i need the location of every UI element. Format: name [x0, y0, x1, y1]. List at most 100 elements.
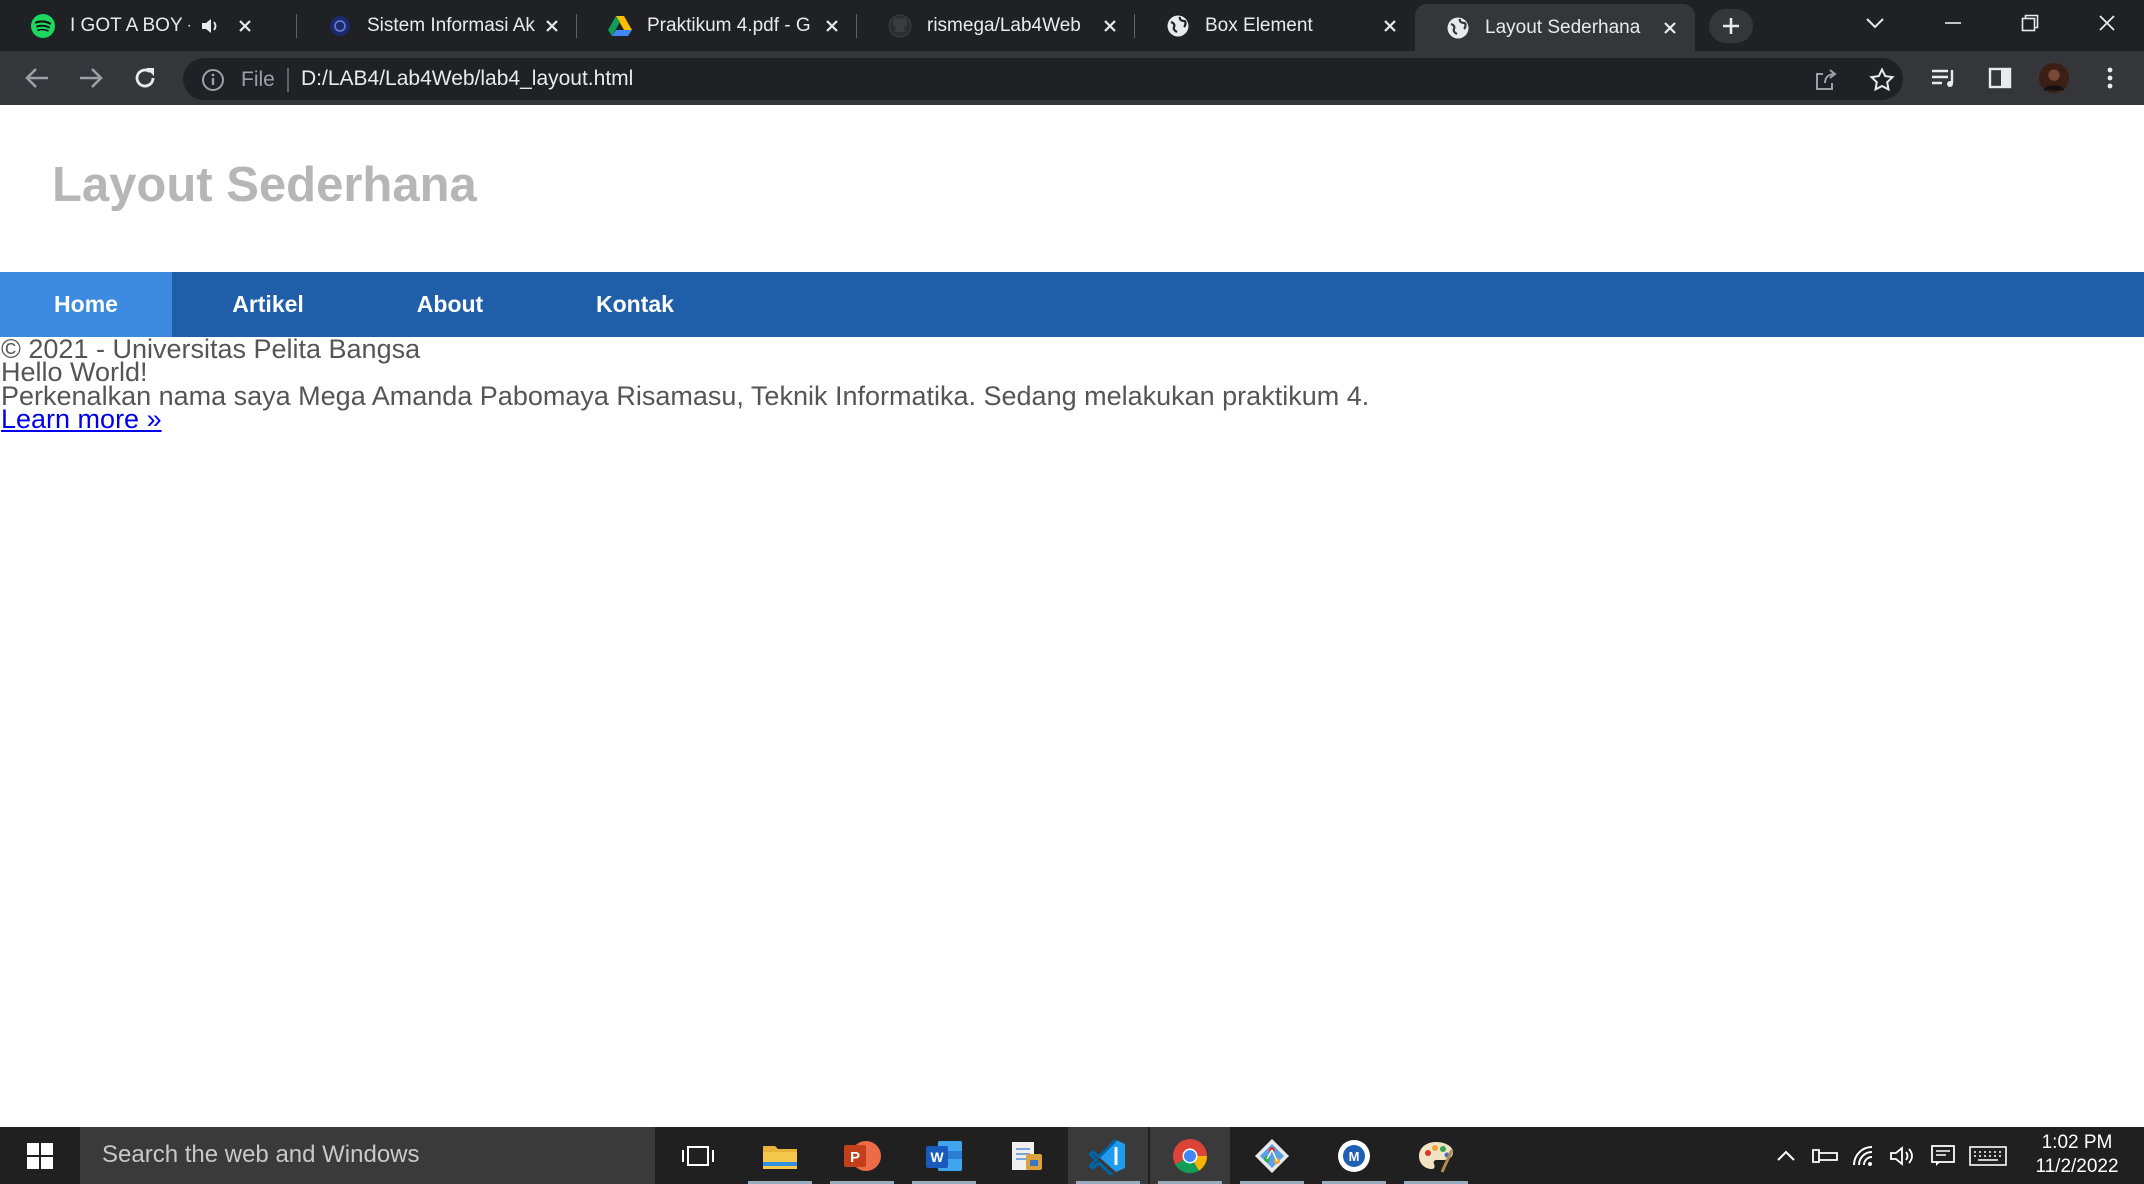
browser-toolbar: File D:/LAB4/Lab4Web/lab4_layout.html: [0, 51, 2144, 105]
learn-more-link[interactable]: Learn more »: [1, 406, 162, 433]
reload-button[interactable]: [126, 59, 164, 97]
nav-item-about[interactable]: About: [364, 272, 536, 337]
close-tab-icon[interactable]: [234, 15, 256, 37]
task-view-button[interactable]: [658, 1127, 738, 1184]
tab-title: rismega/Lab4Web: [927, 15, 1081, 36]
nav-item-home[interactable]: Home: [0, 272, 172, 337]
plus-icon: [1723, 18, 1739, 34]
star-icon[interactable]: [1869, 67, 1895, 93]
close-tab-icon[interactable]: [1379, 15, 1401, 37]
arrow-left-icon: [25, 68, 48, 88]
clock-time: 1:02 PM: [2041, 1132, 2113, 1153]
scheme-label: File: [241, 68, 275, 91]
wifi-icon[interactable]: [1850, 1141, 1880, 1171]
globe-icon: [1165, 13, 1191, 39]
search-placeholder: Search the web and Windows: [102, 1141, 420, 1168]
notification-icon[interactable]: [1928, 1141, 1958, 1171]
git-tool-app[interactable]: [1232, 1127, 1312, 1184]
spotify-icon: [30, 13, 56, 39]
powerpoint-app[interactable]: P: [822, 1127, 902, 1184]
tab-title: Box Element: [1205, 15, 1313, 36]
back-button[interactable]: [18, 59, 56, 97]
web-page: Layout Sederhana Home Artikel About Kont…: [0, 105, 2144, 1127]
show-hidden-icons-button[interactable]: [1771, 1141, 1801, 1171]
close-window-button[interactable]: [2072, 0, 2142, 46]
tab-title: Sistem Informasi Ak: [367, 15, 535, 36]
nav-item-kontak[interactable]: Kontak: [536, 272, 734, 337]
chrome-icon: [1173, 1138, 1208, 1173]
taskbar: Search the web and Windows P W M 1:02 PM…: [0, 1127, 2144, 1184]
close-tab-icon[interactable]: [541, 15, 563, 37]
close-tab-icon[interactable]: [1099, 15, 1121, 37]
arrow-right-icon: [80, 68, 103, 88]
vscode-app[interactable]: [1068, 1127, 1148, 1184]
tab-title: Praktikum 4.pdf - G: [647, 15, 811, 36]
side-panel-icon: [1988, 67, 2012, 89]
notepad-app[interactable]: [986, 1127, 1066, 1184]
clock-date: 11/2/2022: [2035, 1156, 2119, 1177]
start-button[interactable]: [0, 1127, 80, 1184]
vscode-icon: [1089, 1138, 1125, 1175]
restore-icon: [2021, 14, 2039, 32]
info-icon[interactable]: [201, 68, 225, 92]
close-tab-icon[interactable]: [821, 15, 843, 37]
file-explorer-app[interactable]: [740, 1127, 820, 1184]
nav-item-artikel[interactable]: Artikel: [172, 272, 364, 337]
profile-avatar[interactable]: [2038, 62, 2070, 94]
word-icon: W: [926, 1140, 962, 1171]
tab-praktikum-pdf[interactable]: Praktikum 4.pdf - G: [577, 6, 857, 46]
address-bar[interactable]: File D:/LAB4/Lab4Web/lab4_layout.html: [183, 58, 1903, 100]
app-m-icon-button[interactable]: M: [1314, 1127, 1394, 1184]
paint-app[interactable]: [1396, 1127, 1476, 1184]
chevron-down-icon: [1866, 18, 1884, 29]
url-text[interactable]: D:/LAB4/Lab4Web/lab4_layout.html: [301, 67, 633, 91]
svg-text:M: M: [1349, 1149, 1360, 1164]
git-icon: [1255, 1138, 1289, 1173]
globe-icon: [1445, 15, 1471, 41]
intro-paragraph: Perkenalkan nama saya Mega Amanda Paboma…: [1, 381, 1370, 411]
tab-title: Layout Sederhana: [1485, 16, 1641, 38]
tab-box-element[interactable]: Box Element: [1135, 6, 1415, 46]
new-tab-button[interactable]: [1709, 9, 1753, 43]
windows-logo-icon: [27, 1142, 53, 1169]
close-icon: [2099, 15, 2115, 31]
share-icon[interactable]: [1813, 67, 1839, 93]
taskbar-search-box[interactable]: Search the web and Windows: [80, 1127, 655, 1184]
browser-window-chrome: I GOT A BOY - G Sistem Informasi Ak P: [0, 0, 2144, 105]
notepad-icon: [1012, 1141, 1042, 1170]
chrome-app[interactable]: [1150, 1127, 1230, 1184]
svg-text:W: W: [930, 1149, 944, 1165]
side-panel-button[interactable]: [1984, 62, 2016, 94]
tab-github-lab4web[interactable]: rismega/Lab4Web: [857, 6, 1135, 46]
minimize-button[interactable]: [1918, 0, 1988, 46]
tab-sistem-informasi[interactable]: Sistem Informasi Ak: [297, 6, 577, 46]
omnibox-separator: [287, 68, 289, 92]
volume-icon[interactable]: [1888, 1141, 1918, 1171]
keyboard-icon[interactable]: [1968, 1141, 2008, 1171]
tab-title: I GOT A BOY - G: [70, 15, 190, 36]
kebab-menu-icon: [2107, 67, 2113, 89]
word-app[interactable]: W: [904, 1127, 984, 1184]
reload-icon: [135, 68, 155, 88]
site-header: Layout Sederhana: [0, 105, 2144, 272]
paint-palette-icon: [1419, 1141, 1454, 1173]
restore-button[interactable]: [1995, 0, 2065, 46]
playlist-icon: [1932, 69, 1954, 87]
tab-spotify[interactable]: I GOT A BOY - G: [0, 6, 297, 46]
speaker-icon[interactable]: [200, 17, 224, 35]
github-icon: [887, 13, 913, 39]
device-status-icon[interactable]: [1810, 1141, 1840, 1171]
minimize-icon: [1945, 22, 1961, 24]
app-m-icon: M: [1338, 1139, 1370, 1172]
browser-menu-button[interactable]: [2094, 62, 2126, 94]
svg-text:P: P: [850, 1149, 860, 1166]
close-tab-icon[interactable]: [1659, 17, 1681, 39]
media-control-button[interactable]: [1928, 62, 1960, 94]
tab-layout-sederhana[interactable]: Layout Sederhana: [1415, 4, 1695, 51]
google-drive-icon: [607, 13, 633, 39]
university-icon: [327, 13, 353, 39]
chevron-up-icon: [1777, 1150, 1795, 1161]
system-clock[interactable]: 1:02 PM 11/2/2022: [2012, 1131, 2142, 1179]
tab-search-button[interactable]: [1840, 0, 1910, 46]
forward-button[interactable]: [72, 59, 110, 97]
